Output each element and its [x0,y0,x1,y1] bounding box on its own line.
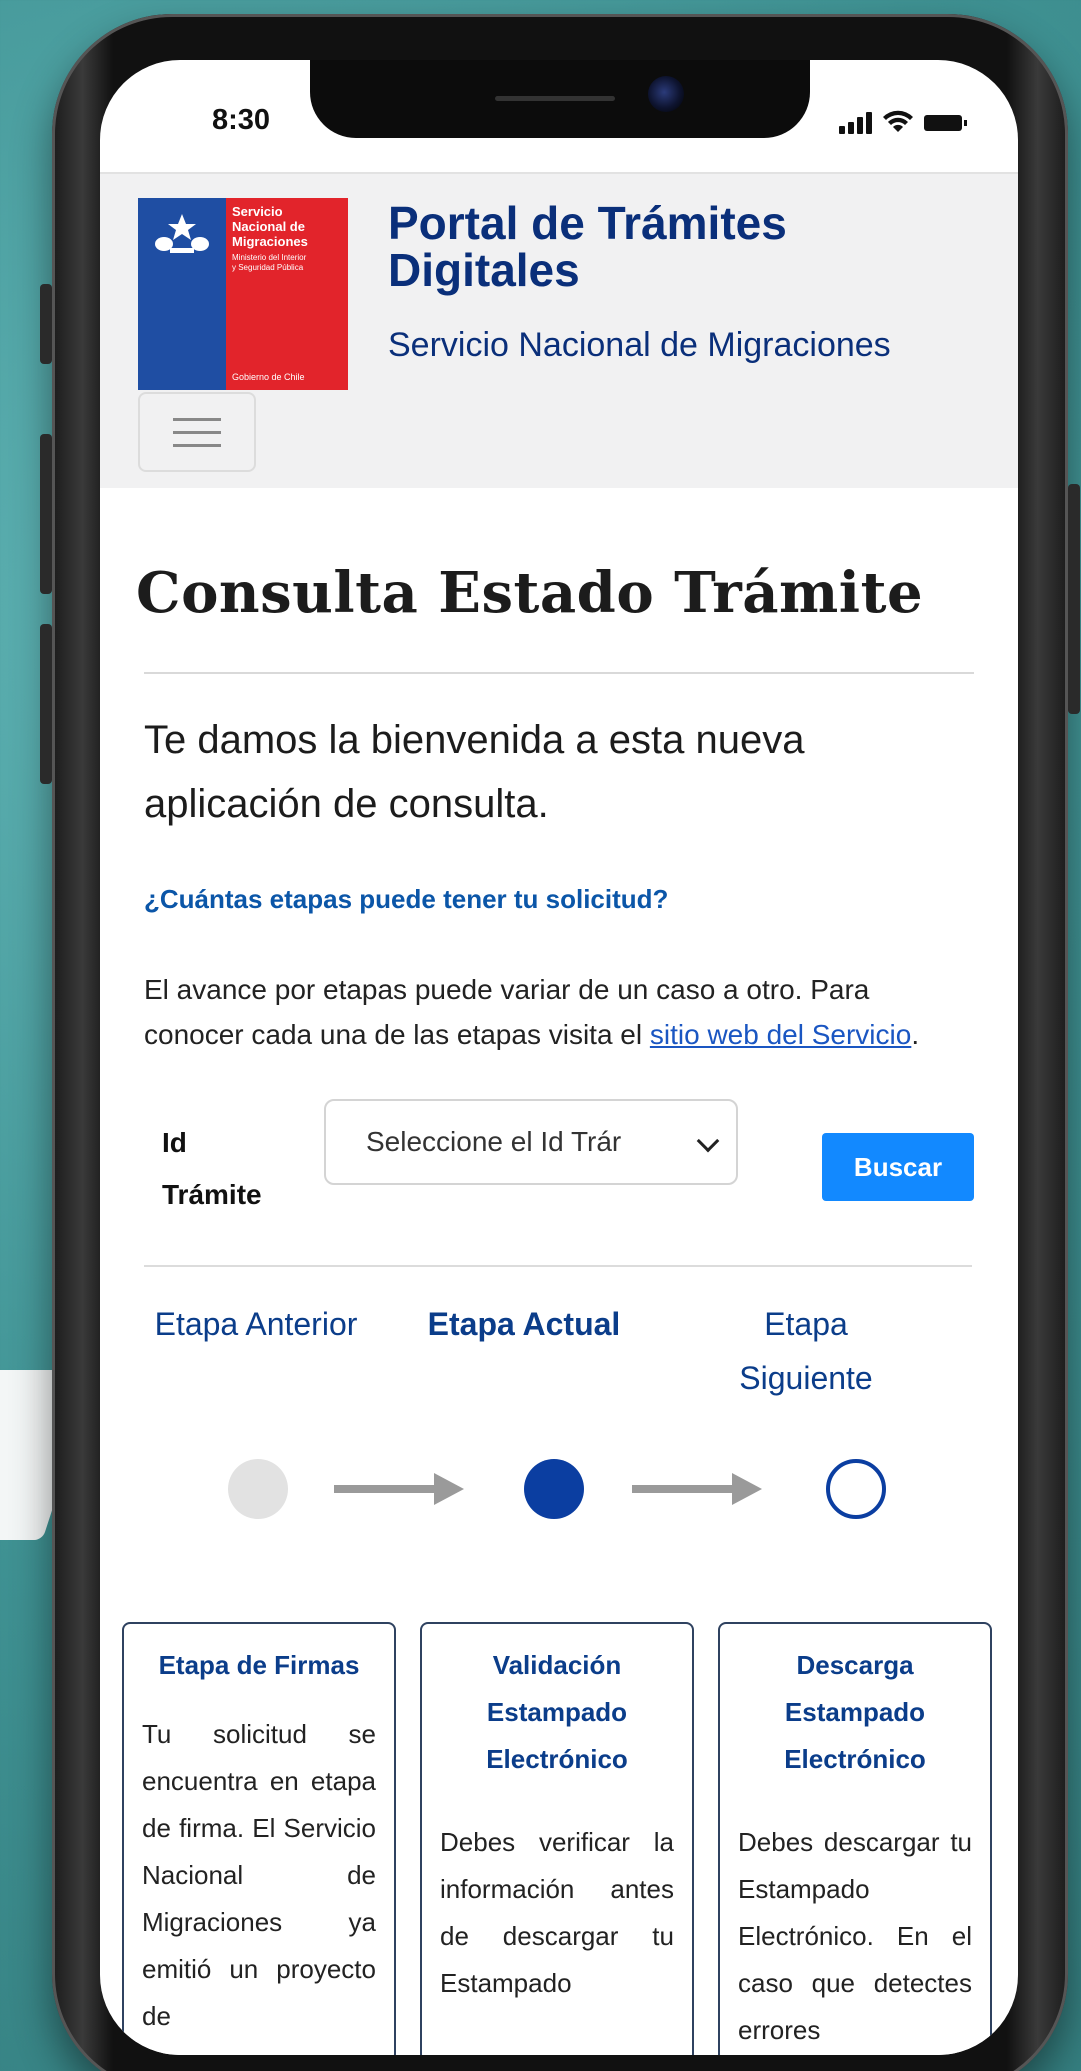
power-button [1068,484,1080,714]
select-value: Seleccione el Id Trár [366,1126,622,1157]
next-stage-label-line1: Etapa [764,1306,848,1342]
stage-card-body: Tu solicitud se encuentra en etapa de fi… [142,1719,376,2031]
info-text-part2: . [911,1019,920,1050]
stage-progress [136,1455,986,1535]
arrow-right-icon [632,1473,762,1505]
migraciones-logo[interactable]: Servicio Nacional de Migraciones Ministe… [138,198,348,390]
next-stage-dot [826,1459,886,1519]
hamburger-menu-button[interactable] [138,392,256,472]
stage-card-body: Debes descargar tu Estampado Electrónico… [738,1827,972,2045]
wifi-icon [883,110,913,132]
current-stage-label: Etapa Actual [427,1306,621,1342]
logo-text-line1: Servicio [232,204,283,219]
logo-gov-text: Gobierno de Chile [232,372,305,382]
logo-red-panel: Servicio Nacional de Migraciones Ministe… [226,198,348,390]
current-stage-dot [524,1459,584,1519]
notch [310,60,810,138]
next-stage-label-line2: Siguiente [739,1360,873,1396]
search-button[interactable]: Buscar [822,1133,974,1201]
previous-stage-dot [228,1459,288,1519]
id-tramite-label: Id Trámite [162,1117,292,1221]
battery-icon [924,115,967,131]
chevron-down-icon [696,1129,720,1153]
stage-card-title: Etapa de Firmas [158,1650,360,1680]
stage-card-current: Validación Estampado Electrónico Debes v… [420,1622,694,2055]
volume-down-button [40,624,52,784]
menu-icon-bar [173,430,221,434]
portal-title[interactable]: Portal de Trámites Digitales [388,200,988,294]
stage-card-title: Descarga Estampado Electrónico [784,1650,926,1774]
welcome-text: Te damos la bienvenida a esta nueva apli… [144,718,805,826]
stages-question: ¿Cuántas etapas puede tener tu solicitud… [144,884,669,914]
logo-text-line2: Nacional de [232,219,305,234]
stage-card-body: Debes verificar la información antes de … [440,1827,674,1998]
menu-icon-bar [173,417,221,421]
signal-icon [839,112,872,134]
stage-labels: Etapa Anterior Etapa Actual Etapa Siguie… [136,1291,986,1447]
logo-text-line3: Migraciones [232,234,308,249]
camera-lens [648,76,684,112]
stage-cards: Etapa de Firmas Tu solicitud se encuentr… [122,1622,998,2055]
divider [144,672,974,674]
id-label-line1: Id [162,1127,187,1158]
menu-icon-bar [173,443,221,447]
logo-ministry-line1: Ministerio del Interior [232,253,307,262]
logo-blue-panel [138,198,226,390]
id-label-line2: Trámite [162,1179,262,1210]
portal-title-line1: Portal de Trámites [388,197,787,249]
stage-card-next: Descarga Estampado Electrónico Debes des… [718,1622,992,2055]
next-stage-label: Etapa Siguiente [706,1297,906,1405]
phone-screen: 8:30 Servicio Nacional de Migraciones Mi… [100,60,1018,2055]
stage-card-previous: Etapa de Firmas Tu solicitud se encuentr… [122,1622,396,2055]
status-icons [839,104,967,134]
service-website-link[interactable]: sitio web del Servicio [650,1019,911,1050]
logo-ministry-line2: y Seguridad Pública [232,263,304,272]
portal-title-line2: Digitales [388,244,580,296]
id-tramite-select[interactable]: Seleccione el Id Trár [324,1099,738,1185]
stage-card-title: Validación Estampado Electrónico [486,1650,628,1774]
previous-stage-label: Etapa Anterior [154,1306,358,1342]
site-header: Servicio Nacional de Migraciones Ministe… [100,172,1018,488]
page-title: Consulta Estado Trámite [136,560,924,626]
main-content: Consulta Estado Trámite Te damos la bien… [136,488,986,1535]
portal-subtitle: Servicio Nacional de Migraciones [388,326,891,364]
search-form: Id Trámite Seleccione el Id Trár Buscar [136,1091,986,1261]
silent-switch [40,284,52,364]
coat-of-arms-icon [155,214,209,253]
divider [144,1265,972,1267]
status-time: 8:30 [212,104,271,136]
arrow-right-icon [334,1473,464,1505]
info-paragraph: El avance por etapas puede variar de un … [144,967,964,1057]
volume-up-button [40,434,52,594]
